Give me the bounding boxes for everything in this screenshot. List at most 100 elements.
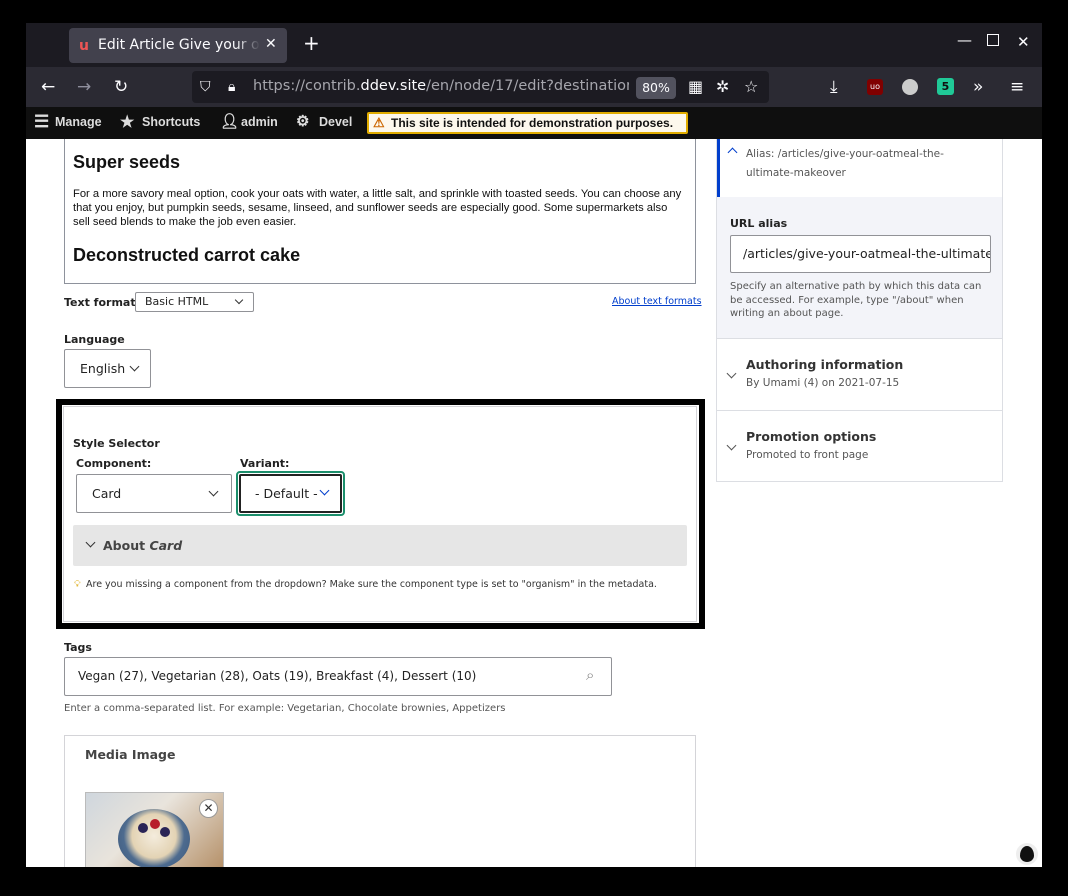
- about-component-toggle[interactable]: About Card: [73, 525, 687, 566]
- toolbar-user[interactable]: admin: [241, 115, 278, 129]
- blueberry-image: [160, 827, 170, 837]
- component-label: Component:: [76, 457, 152, 470]
- toolbar-manage[interactable]: Manage: [55, 115, 102, 129]
- text-format-value: Basic HTML: [145, 295, 209, 308]
- reload-icon[interactable]: ↻: [114, 77, 128, 97]
- authoring-information-section[interactable]: Authoring information By Umami (4) on 20…: [717, 338, 1002, 410]
- shield-icon[interactable]: ⛉: [200, 77, 211, 97]
- blueberry-image: [138, 823, 148, 833]
- chevron-down-icon: [129, 361, 140, 372]
- admin-toolbar: ☰ Manage ★ Shortcuts 👤︎ admin ⚙ Devel ⚠ …: [26, 107, 1042, 139]
- chevron-down-icon: [208, 486, 219, 497]
- lock-icon[interactable]: 🔒︎: [228, 77, 235, 97]
- component-select[interactable]: Card: [76, 474, 232, 513]
- variant-select[interactable]: - Default -: [239, 474, 342, 513]
- body-editor[interactable]: Super seeds For a more savory meal optio…: [64, 139, 696, 284]
- page-content: Super seeds For a more savory meal optio…: [26, 139, 1042, 867]
- language-select[interactable]: English: [64, 349, 151, 388]
- bug-icon[interactable]: ✲: [716, 77, 729, 97]
- authoring-title: Authoring information: [746, 357, 904, 372]
- drupal-favicon-icon: u: [79, 38, 89, 54]
- ublock-icon[interactable]: uo: [867, 79, 883, 95]
- chevron-down-icon: [319, 485, 330, 496]
- tags-value: Vegan (27), Vegetarian (28), Oats (19), …: [78, 669, 477, 683]
- more-tools-icon[interactable]: »: [973, 77, 983, 97]
- variant-value: - Default -: [255, 486, 318, 501]
- editor-heading-1: Super seeds: [73, 152, 181, 172]
- url-alias-label: URL alias: [730, 217, 788, 230]
- close-tab-icon[interactable]: ✕: [265, 36, 277, 52]
- maximize-icon[interactable]: [987, 34, 999, 46]
- user-icon: 👤︎: [220, 113, 240, 130]
- window-close-icon[interactable]: ✕: [1017, 33, 1030, 51]
- text-format-label: Text format: [64, 296, 136, 309]
- new-tab-icon[interactable]: +: [303, 33, 320, 53]
- extension-badge-icon[interactable]: 5: [937, 78, 954, 95]
- chevron-down-icon: [726, 368, 737, 379]
- authoring-summary: By Umami (4) on 2021-07-15: [746, 377, 900, 389]
- media-image-panel: Media Image ✕: [64, 735, 696, 867]
- promotion-title: Promotion options: [746, 429, 877, 444]
- oatmeal-bowl-image: [118, 809, 190, 867]
- demo-notice: ⚠ This site is intended for demonstratio…: [367, 112, 688, 134]
- chevron-down-icon: [85, 537, 96, 548]
- language-label: Language: [64, 333, 125, 346]
- app-menu-icon[interactable]: ≡: [1010, 77, 1024, 97]
- star-icon: ★: [120, 114, 135, 131]
- zoom-level[interactable]: 80%: [636, 77, 676, 99]
- text-format-select[interactable]: Basic HTML: [135, 292, 254, 312]
- chevron-down-icon: [726, 440, 737, 451]
- tags-label: Tags: [64, 641, 92, 654]
- address-bar[interactable]: ⛉ 🔒︎ https://contrib.ddev.site/en/node/1…: [192, 71, 769, 103]
- sidebar: Alias: /articles/give-your-oatmeal-the-u…: [716, 139, 1003, 482]
- editor-heading-2: Deconstructed carrot cake: [73, 245, 301, 265]
- url-alias-description: Specify an alternative path by which thi…: [730, 281, 982, 319]
- navigation-bar: ← → ↻ ⛉ 🔒︎ https://contrib.ddev.site/en/…: [26, 67, 1042, 107]
- extension-globe-icon[interactable]: [902, 79, 918, 95]
- demo-notice-text: This site is intended for demonstration …: [391, 116, 674, 130]
- search-icon: ⌕: [586, 666, 595, 684]
- media-thumbnail[interactable]: ✕: [85, 792, 224, 867]
- tags-description: Enter a comma-separated list. For exampl…: [64, 703, 506, 714]
- tab-title: Edit Article Give your oatmeal the ultim…: [98, 37, 260, 53]
- chevron-down-icon: [234, 295, 244, 305]
- editor-paragraph: For a more savory meal option, cook your…: [73, 188, 682, 228]
- language-value: English: [80, 361, 126, 376]
- back-icon[interactable]: ←: [41, 77, 55, 97]
- drupal-drop-shape: [1020, 846, 1034, 862]
- promotion-options-section[interactable]: Promotion options Promoted to front page: [717, 410, 1002, 482]
- gear-icon: ⚙: [296, 113, 310, 130]
- minimize-icon[interactable]: —: [957, 31, 972, 49]
- browser-window: u Edit Article Give your oatmeal the ult…: [26, 23, 1042, 867]
- hamburger-icon: ☰: [34, 112, 50, 131]
- bookmark-star-icon[interactable]: ☆: [744, 77, 758, 97]
- promotion-summary: Promoted to front page: [746, 449, 869, 461]
- component-hint: Are you missing a component from the dro…: [86, 579, 657, 590]
- chevron-up-icon: [727, 147, 738, 158]
- toolbar-devel[interactable]: Devel: [319, 115, 352, 129]
- forward-icon[interactable]: →: [77, 77, 91, 97]
- qr-code-icon[interactable]: ▦: [688, 77, 703, 97]
- url-alias-value: /articles/give-your-oatmeal-the-ultimate…: [743, 246, 990, 261]
- tags-input[interactable]: Vegan (27), Vegetarian (28), Oats (19), …: [64, 657, 612, 696]
- url-text[interactable]: https://contrib.ddev.site/en/node/17/edi…: [253, 78, 629, 94]
- downloads-icon[interactable]: ⤓: [830, 77, 838, 97]
- about-text-formats-link[interactable]: About text formats: [612, 296, 702, 307]
- style-selector-title: Style Selector: [73, 437, 160, 450]
- alias-summary: Alias: /articles/give-your-oatmeal-the-u…: [746, 148, 944, 179]
- component-value: Card: [92, 486, 122, 501]
- warning-icon: ⚠: [373, 115, 385, 130]
- lightbulb-icon: 💡︎: [74, 579, 81, 590]
- browser-tab[interactable]: u Edit Article Give your oatmeal the ult…: [69, 28, 287, 63]
- firefox-view-icon[interactable]: [38, 35, 56, 53]
- variant-label: Variant:: [240, 457, 290, 470]
- toolbar-shortcuts[interactable]: Shortcuts: [142, 115, 200, 129]
- about-label: About Card: [103, 538, 183, 553]
- tab-bar: u Edit Article Give your oatmeal the ult…: [26, 23, 1042, 67]
- drupal-logo-icon[interactable]: [1016, 843, 1038, 865]
- url-alias-summary-section[interactable]: Alias: /articles/give-your-oatmeal-the-u…: [717, 139, 1002, 197]
- raspberry-image: [150, 819, 160, 829]
- remove-media-icon[interactable]: ✕: [199, 799, 218, 818]
- media-image-title: Media Image: [85, 747, 176, 762]
- url-alias-input[interactable]: /articles/give-your-oatmeal-the-ultimate…: [730, 235, 991, 273]
